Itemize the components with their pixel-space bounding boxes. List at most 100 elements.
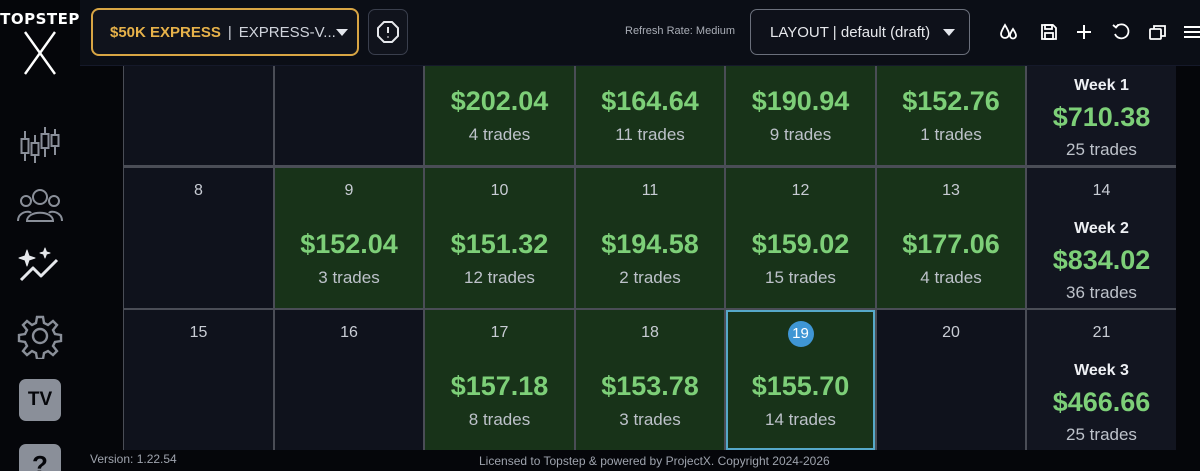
undo-button[interactable]: [1109, 20, 1133, 44]
day-trade-count: 3 trades: [619, 410, 681, 429]
calendar-day-cell[interactable]: $152.76 1 trades: [877, 66, 1025, 165]
day-trade-count: 12 trades: [464, 268, 535, 287]
calendar-day-cell[interactable]: $190.94 9 trades: [726, 66, 875, 165]
day-number: 18: [641, 324, 659, 341]
sidebar-item-analytics[interactable]: [14, 242, 66, 292]
save-icon: [1041, 24, 1057, 40]
sidebar-item-help[interactable]: ?: [14, 440, 66, 471]
day-trade-count: 1 trades: [920, 125, 982, 144]
sidebar-item-charts[interactable]: [14, 119, 66, 169]
day-trade-count: 4 trades: [468, 125, 531, 144]
week-trade-count: 25 trades: [1066, 140, 1137, 159]
help-icon: ?: [19, 444, 61, 471]
save-layout-button[interactable]: [1037, 20, 1061, 44]
week-label: Week 1: [1074, 77, 1129, 94]
day-trade-count: 11 trades: [615, 125, 685, 144]
day-trade-count: 4 trades: [920, 268, 982, 287]
drops-icon: [1000, 23, 1017, 40]
calendar-day-cell[interactable]: 20: [877, 310, 1025, 450]
day-pnl: $155.70: [751, 371, 850, 401]
calendar-day-cell[interactable]: 18 $153.78 3 trades: [576, 310, 724, 450]
day-pnl: $202.04: [450, 86, 549, 116]
layout-selector[interactable]: LAYOUT | default (draft): [750, 9, 970, 55]
sidebar: TOPSTEP TV ?: [0, 0, 80, 471]
topstep-logo: TOPSTEP: [0, 4, 80, 76]
calendar-day-cell[interactable]: [124, 66, 273, 165]
account-selector[interactable]: $50K EXPRESS | EXPRESS-V...: [91, 8, 359, 56]
sidebar-item-accounts[interactable]: [14, 181, 66, 231]
calendar-day-cell[interactable]: $164.64 11 trades: [576, 66, 724, 165]
users-group-icon: [17, 189, 63, 222]
day-trade-count: 3 trades: [318, 268, 380, 287]
chevron-down-icon: [335, 28, 348, 36]
calendar-day-cell[interactable]: 13 $177.06 4 trades: [877, 168, 1025, 308]
day-number: 12: [791, 182, 810, 199]
refresh-rate-label: Refresh Rate: Medium: [625, 25, 736, 37]
day-number: 8: [194, 182, 203, 199]
day-number: 16: [340, 324, 358, 341]
account-id: EXPRESS-V...: [238, 23, 336, 41]
analytics-sparkle-icon: [18, 247, 59, 282]
calendar-day-cell[interactable]: 10 $151.32 12 trades: [425, 168, 574, 308]
menu-button[interactable]: [1180, 20, 1200, 44]
week-trade-count: 36 trades: [1066, 283, 1137, 302]
day-trade-count: 8 trades: [468, 410, 531, 429]
day-number: 10: [490, 182, 509, 199]
windows-button[interactable]: [1146, 20, 1170, 44]
tradingview-icon: TV: [19, 379, 61, 421]
day-pnl: $152.76: [902, 86, 1000, 116]
tradingview-label: TV: [27, 389, 53, 410]
day-pnl: $159.02: [751, 229, 850, 259]
alert-octagon-icon: [377, 21, 399, 43]
calendar-day-cell[interactable]: 17 $157.18 8 trades: [425, 310, 574, 450]
day-number: 20: [942, 324, 960, 341]
week-summary-cell: Week 1 $710.38 25 trades: [1027, 66, 1176, 165]
day-pnl: $153.78: [601, 371, 699, 401]
day-trade-count: 15 trades: [765, 268, 836, 287]
week-pnl: $710.38: [1052, 102, 1151, 132]
add-widget-button[interactable]: [1072, 20, 1096, 44]
day-trade-count: 2 trades: [619, 268, 681, 287]
week-pnl: $834.02: [1052, 245, 1151, 275]
candlestick-chart-icon: [20, 127, 60, 163]
day-number: 21: [1092, 324, 1111, 341]
week-summary-cell: 21 Week 3 $466.66 25 trades: [1027, 310, 1176, 450]
sidebar-item-settings[interactable]: [14, 311, 66, 361]
day-pnl: $151.32: [450, 229, 549, 259]
logo-x-mark: [24, 31, 56, 75]
account-name: $50K EXPRESS: [110, 23, 221, 41]
day-number: 14: [1092, 182, 1111, 199]
calendar-day-cell[interactable]: 15: [124, 310, 273, 450]
day-number: 17: [490, 324, 509, 341]
day-number: 11: [641, 182, 659, 199]
layout-label: LAYOUT | default (draft): [770, 23, 931, 41]
pnl-calendar: $202.04 4 trades $164.64 11 trades $190.94 9 …: [123, 66, 1176, 450]
version-label: Version: 1.22.54: [90, 452, 177, 466]
calendar-day-cell[interactable]: [275, 66, 423, 165]
week-trade-count: 25 trades: [1066, 425, 1137, 444]
calendar-day-cell[interactable]: 12 $159.02 15 trades: [726, 168, 875, 308]
week-pnl: $466.66: [1052, 387, 1151, 417]
day-trade-count: 14 trades: [765, 410, 836, 429]
sidebar-item-tradingview[interactable]: TV: [14, 375, 66, 425]
undo-icon: [1112, 23, 1130, 40]
week-label: Week 2: [1074, 220, 1129, 237]
license-label: Licensed to Topstep & powered by Project…: [479, 454, 830, 468]
calendar-day-cell[interactable]: 11 $194.58 2 trades: [576, 168, 724, 308]
day-pnl: $190.94: [751, 86, 850, 116]
top-bar: $50K EXPRESS | EXPRESS-V... Refresh Rate…: [80, 0, 1200, 66]
calendar-day-cell[interactable]: 19 $155.70 14 trades: [726, 310, 875, 450]
day-trade-count: 9 trades: [769, 125, 832, 144]
theme-drops-button[interactable]: [997, 20, 1021, 44]
calendar-day-cell[interactable]: 9 $152.04 3 trades: [275, 168, 423, 308]
day-pnl: $152.04: [300, 229, 398, 259]
calendar-day-cell[interactable]: 8: [124, 168, 273, 308]
chevron-down-icon: [943, 28, 955, 36]
day-pnl: $177.06: [902, 229, 1000, 259]
calendar-day-cell[interactable]: 16: [275, 310, 423, 450]
alert-button[interactable]: [368, 9, 408, 55]
day-pnl: $164.64: [601, 86, 699, 116]
day-pnl: $157.18: [450, 371, 549, 401]
week-label: Week 3: [1074, 362, 1129, 379]
calendar-day-cell[interactable]: $202.04 4 trades: [425, 66, 574, 165]
